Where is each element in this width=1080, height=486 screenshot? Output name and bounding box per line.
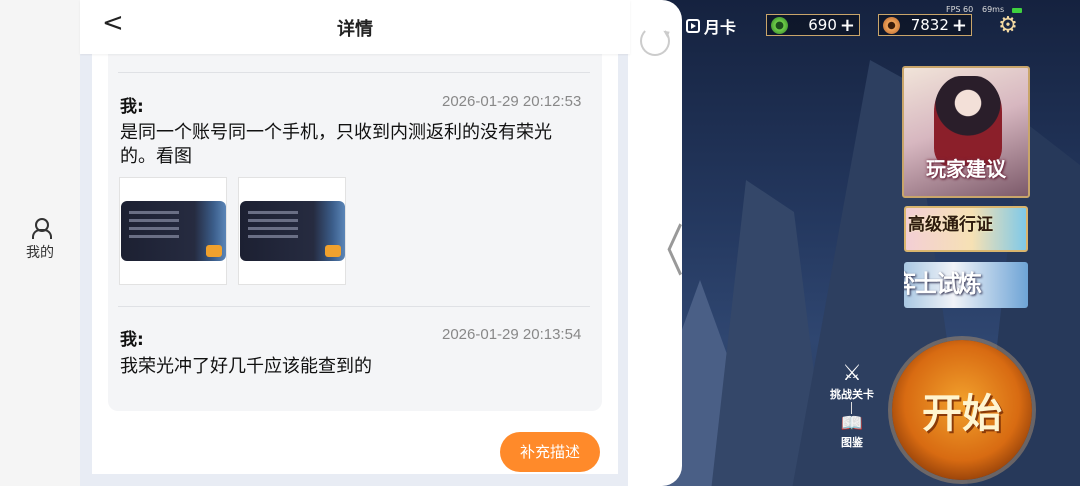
message-author: 我:: [120, 330, 144, 350]
atlas-label: 图鉴: [841, 436, 863, 449]
collapse-panel-icon[interactable]: 〈: [644, 206, 684, 287]
trial-label: 弈士试炼: [904, 269, 982, 298]
gear-icon[interactable]: ⚙: [996, 14, 1020, 38]
gold-currency[interactable]: 7832 +: [878, 14, 972, 36]
book-icon: 📖: [840, 413, 864, 434]
jade-currency[interactable]: 690 +: [766, 14, 860, 36]
message-time: 2026-01-29 20:13:54: [442, 326, 582, 343]
jade-amount: 690: [808, 16, 837, 34]
month-card-icon: [686, 19, 700, 33]
page-title: 详情: [337, 19, 373, 40]
gold-amount: 7832: [910, 16, 949, 34]
refresh-icon[interactable]: [640, 26, 670, 56]
challenge-label: 挑战关卡: [830, 388, 874, 401]
attachment-thumbnail[interactable]: [238, 177, 346, 285]
nav-item-my-label: 我的: [26, 245, 54, 261]
crossed-swords-icon: ⚔: [842, 361, 862, 386]
month-card-button[interactable]: 月卡: [686, 14, 736, 38]
player-suggestion-banner[interactable]: 玩家建议: [902, 66, 1030, 198]
month-card-label: 月卡: [704, 18, 737, 37]
start-label: 开始: [922, 390, 1002, 437]
message-divider: [118, 72, 590, 73]
suggestion-label: 玩家建议: [926, 157, 1006, 181]
message-text: 是同一个账号同一个手机，只收到内测返利的没有荣光的。看图: [120, 122, 552, 167]
message-author: 我:: [120, 97, 144, 117]
person-icon: [31, 218, 52, 239]
message-divider: [118, 306, 590, 307]
message-time: 2026-01-29 20:12:53: [442, 93, 582, 110]
fps-readout: FPS 60: [946, 5, 974, 14]
add-gold-icon[interactable]: +: [952, 15, 967, 36]
attachment-thumbnail[interactable]: [119, 177, 227, 285]
gold-coin-icon: [883, 17, 900, 34]
detail-header: < 详情: [80, 0, 630, 54]
add-jade-icon[interactable]: +: [840, 15, 855, 36]
trial-banner[interactable]: 弈士试炼: [904, 262, 1028, 308]
screenshot-image: [240, 201, 345, 261]
atlas-button[interactable]: 📖 图鉴: [830, 414, 874, 450]
advanced-pass-banner[interactable]: 高级通行证: [904, 206, 1028, 252]
jade-coin-icon: [771, 17, 788, 34]
start-button[interactable]: 开始: [892, 340, 1032, 480]
message-text: 我荣光冲了好几千应该能查到的: [120, 356, 372, 377]
pass-label: 高级通行证: [908, 215, 993, 235]
challenge-level-button[interactable]: ⚔ 挑战关卡: [826, 362, 878, 402]
screenshot-image: [121, 201, 226, 261]
nav-item-my[interactable]: 我的: [16, 218, 64, 262]
supplement-description-button[interactable]: 补充描述: [500, 432, 600, 472]
